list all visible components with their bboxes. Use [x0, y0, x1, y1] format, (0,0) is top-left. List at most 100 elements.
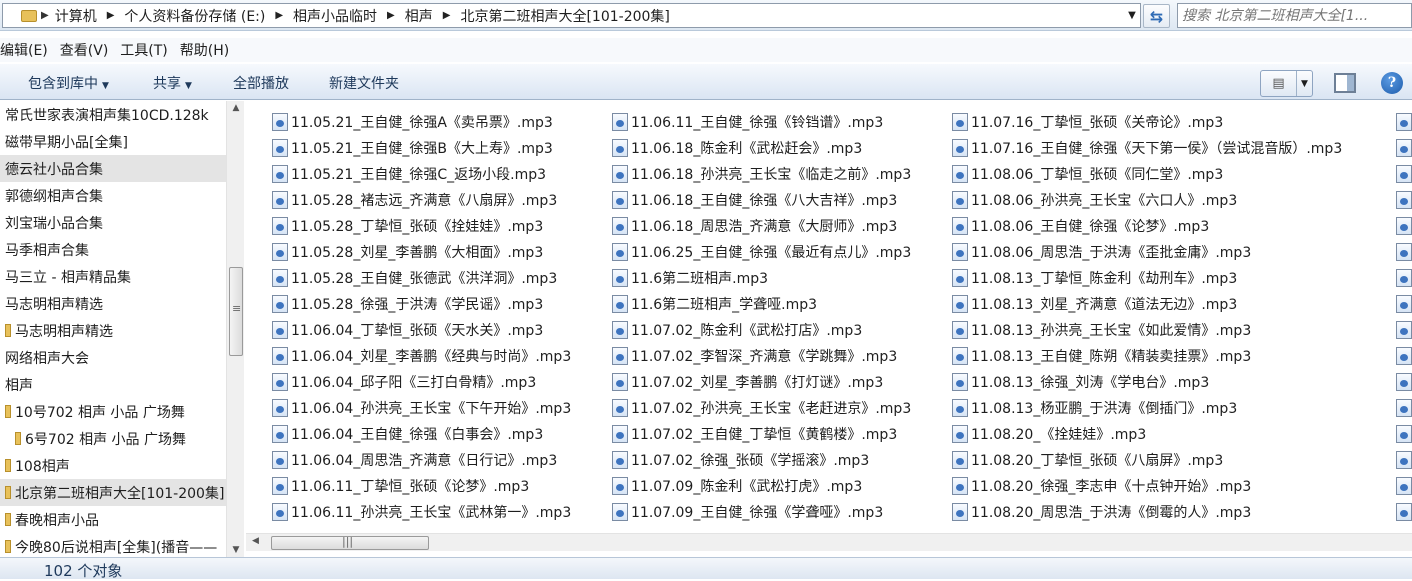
scroll-up-icon[interactable]: ▲ — [227, 103, 245, 113]
file-item-partial[interactable] — [1396, 213, 1412, 239]
change-view-button[interactable]: ▤ ▼ — [1260, 70, 1313, 97]
nav-folder-item[interactable]: 马三立 - 相声精品集 — [0, 263, 226, 290]
file-item-partial[interactable] — [1396, 265, 1412, 291]
file-item[interactable]: 11.08.13_杨亚鹏_于洪涛《倒插门》.mp3 — [952, 395, 1342, 421]
chevron-right-icon[interactable]: ▶ — [41, 10, 49, 21]
file-item[interactable]: 11.07.02_李智深_齐满意《学跳舞》.mp3 — [612, 343, 911, 369]
file-item-partial[interactable] — [1396, 421, 1412, 447]
file-item[interactable]: 11.06.04_孙洪亮_王长宝《下午开始》.mp3 — [272, 395, 571, 421]
nav-folder-item[interactable]: 刘宝瑞小品合集 — [0, 209, 226, 236]
menu-tools[interactable]: 工具(T) — [120, 38, 173, 62]
file-item[interactable]: 11.07.02_陈金利《武松打店》.mp3 — [612, 317, 911, 343]
file-item-partial[interactable] — [1396, 239, 1412, 265]
file-item[interactable]: 11.05.21_王自健_徐强B《大上寿》.mp3 — [272, 135, 571, 161]
file-item[interactable]: 11.08.06_丁挚恒_张硕《同仁堂》.mp3 — [952, 161, 1342, 187]
menu-view[interactable]: 查看(V) — [60, 38, 115, 62]
file-item[interactable]: 11.06.04_丁挚恒_张硕《天水关》.mp3 — [272, 317, 571, 343]
file-item[interactable]: 11.06.18_孙洪亮_王长宝《临走之前》.mp3 — [612, 161, 911, 187]
file-item-partial[interactable] — [1396, 291, 1412, 317]
file-item[interactable]: 11.07.02_王自健_丁挚恒《黄鹤楼》.mp3 — [612, 421, 911, 447]
file-item[interactable]: 11.05.21_王自健_徐强A《卖吊票》.mp3 — [272, 109, 571, 135]
nav-folder-item[interactable]: 今晚80后说相声[全集](播音—— — [0, 533, 226, 557]
file-item[interactable]: 11.06.25_王自健_徐强《最近有点儿》.mp3 — [612, 239, 911, 265]
breadcrumb-folder-xiangsheng[interactable]: 相声 — [405, 6, 433, 26]
file-item[interactable]: 11.07.02_刘星_李善鹏《打灯谜》.mp3 — [612, 369, 911, 395]
file-item[interactable]: 11.06.04_邱子阳《三打白骨精》.mp3 — [272, 369, 571, 395]
preview-pane-button[interactable] — [1334, 73, 1356, 93]
file-item[interactable]: 11.05.28_王自健_张德武《洪洋洞》.mp3 — [272, 265, 571, 291]
chevron-right-icon[interactable]: ▶ — [443, 10, 451, 21]
file-item-partial[interactable] — [1396, 109, 1412, 135]
nav-vertical-scrollbar[interactable]: ▲ ▼ — [226, 101, 244, 557]
file-item[interactable]: 11.08.06_王自健_徐强《论梦》.mp3 — [952, 213, 1342, 239]
file-item-partial[interactable] — [1396, 343, 1412, 369]
nav-folder-item[interactable]: 春晚相声小品 — [0, 506, 226, 533]
include-in-library-button[interactable]: 包含到库中 ▼ — [28, 73, 109, 93]
nav-folder-item[interactable]: 郭德纲相声合集 — [0, 182, 226, 209]
file-item-partial[interactable] — [1396, 473, 1412, 499]
file-item[interactable]: 11.07.09_陈金利《武松打虎》.mp3 — [612, 473, 911, 499]
file-item[interactable]: 11.06.11_孙洪亮_王长宝《武林第一》.mp3 — [272, 499, 571, 525]
address-dropdown-icon[interactable]: ▼ — [1124, 4, 1140, 27]
nav-folder-item[interactable]: 马季相声合集 — [0, 236, 226, 263]
nav-folder-item[interactable]: 网络相声大会 — [0, 344, 226, 371]
breadcrumb-drive[interactable]: 个人资料备份存储 (E:) — [124, 6, 265, 26]
file-item[interactable]: 11.05.28_刘星_李善鹏《大相面》.mp3 — [272, 239, 571, 265]
file-item[interactable]: 11.08.13_丁挚恒_陈金利《劫刑车》.mp3 — [952, 265, 1342, 291]
nav-folder-item[interactable]: 相声 — [0, 371, 226, 398]
file-item[interactable]: 11.08.13_徐强_刘涛《学电台》.mp3 — [952, 369, 1342, 395]
file-item[interactable]: 11.08.20_周思浩_于洪涛《倒霉的人》.mp3 — [952, 499, 1342, 525]
file-item[interactable]: 11.08.13_刘星_齐满意《道法无边》.mp3 — [952, 291, 1342, 317]
file-item[interactable]: 11.06.11_王自健_徐强《铃铛谱》.mp3 — [612, 109, 911, 135]
file-item[interactable]: 11.08.20_徐强_李志申《十点钟开始》.mp3 — [952, 473, 1342, 499]
scrollbar-thumb[interactable] — [271, 535, 429, 550]
file-item[interactable]: 11.07.16_丁挚恒_张硕《关帝论》.mp3 — [952, 109, 1342, 135]
chevron-down-icon[interactable]: ▼ — [1297, 79, 1312, 89]
nav-folder-item[interactable]: 108相声 — [0, 452, 226, 479]
file-item[interactable]: 11.07.16_王自健_徐强《天下第一侯》（尝试混音版）.mp3 — [952, 135, 1342, 161]
scrollbar-thumb[interactable] — [229, 267, 243, 356]
file-item-partial[interactable] — [1396, 161, 1412, 187]
file-item[interactable]: 11.08.13_孙洪亮_王长宝《如此爱情》.mp3 — [952, 317, 1342, 343]
file-item[interactable]: 11.07.09_王自健_徐强《学聋哑》.mp3 — [612, 499, 911, 525]
nav-folder-item[interactable]: 马志明相声精选 — [0, 290, 226, 317]
file-item-partial[interactable] — [1396, 395, 1412, 421]
file-item[interactable]: 11.06.18_周思浩_齐满意《大厨师》.mp3 — [612, 213, 911, 239]
file-item[interactable]: 11.06.18_王自健_徐强《八大吉祥》.mp3 — [612, 187, 911, 213]
file-item-partial[interactable] — [1396, 369, 1412, 395]
breadcrumb-computer[interactable]: 计算机 — [55, 6, 97, 26]
file-item[interactable]: 11.05.21_王自健_徐强C_返场小段.mp3 — [272, 161, 571, 187]
file-item-partial[interactable] — [1396, 187, 1412, 213]
file-item[interactable]: 11.6第二班相声_学聋哑.mp3 — [612, 291, 911, 317]
nav-folder-item[interactable]: 6号702 相声 小品 广场舞 — [0, 425, 226, 452]
nav-folder-item[interactable]: 磁带早期小品[全集] — [0, 128, 226, 155]
search-input[interactable] — [1182, 7, 1392, 24]
file-item[interactable]: 11.08.20_丁挚恒_张硕《八扇屏》.mp3 — [952, 447, 1342, 473]
view-list-icon[interactable]: ▤ — [1261, 71, 1297, 96]
menu-edit[interactable]: 编辑(E) — [0, 38, 54, 62]
file-item[interactable]: 11.05.28_徐强_于洪涛《学民谣》.mp3 — [272, 291, 571, 317]
play-all-button[interactable]: 全部播放 — [233, 73, 289, 93]
file-item-partial[interactable] — [1396, 317, 1412, 343]
file-item-partial[interactable] — [1396, 499, 1412, 525]
chevron-right-icon[interactable]: ▶ — [107, 10, 115, 21]
refresh-button[interactable]: ⇆ — [1143, 4, 1170, 28]
file-item[interactable]: 11.05.28_褚志远_齐满意《八扇屏》.mp3 — [272, 187, 571, 213]
scroll-left-icon[interactable]: ◀ — [252, 536, 259, 546]
breadcrumb-folder-temp[interactable]: 相声小品临时 — [293, 6, 377, 26]
file-item[interactable]: 11.08.20_《拴娃娃》.mp3 — [952, 421, 1342, 447]
file-item-partial[interactable] — [1396, 135, 1412, 161]
search-box[interactable] — [1177, 3, 1412, 28]
file-item[interactable]: 11.08.13_王自健_陈朔《精装卖挂票》.mp3 — [952, 343, 1342, 369]
file-item[interactable]: 11.06.18_陈金利《武松赶会》.mp3 — [612, 135, 911, 161]
nav-folder-item[interactable]: 10号702 相声 小品 广场舞 — [0, 398, 226, 425]
menu-help[interactable]: 帮助(H) — [180, 38, 235, 62]
file-item[interactable]: 11.06.04_周思浩_齐满意《日行记》.mp3 — [272, 447, 571, 473]
file-item[interactable]: 11.07.02_徐强_张硕《学摇滚》.mp3 — [612, 447, 911, 473]
chevron-right-icon[interactable]: ▶ — [387, 10, 395, 21]
breadcrumb-current-folder[interactable]: 北京第二班相声大全[101-200集] — [460, 6, 669, 26]
file-item[interactable]: 11.08.06_周思浩_于洪涛《歪批金庸》.mp3 — [952, 239, 1342, 265]
nav-folder-item[interactable]: 常氏世家表演相声集10CD.128k — [0, 101, 226, 128]
nav-folder-item[interactable]: 德云社小品合集 — [0, 155, 226, 182]
file-item[interactable]: 11.05.28_丁挚恒_张硕《拴娃娃》.mp3 — [272, 213, 571, 239]
